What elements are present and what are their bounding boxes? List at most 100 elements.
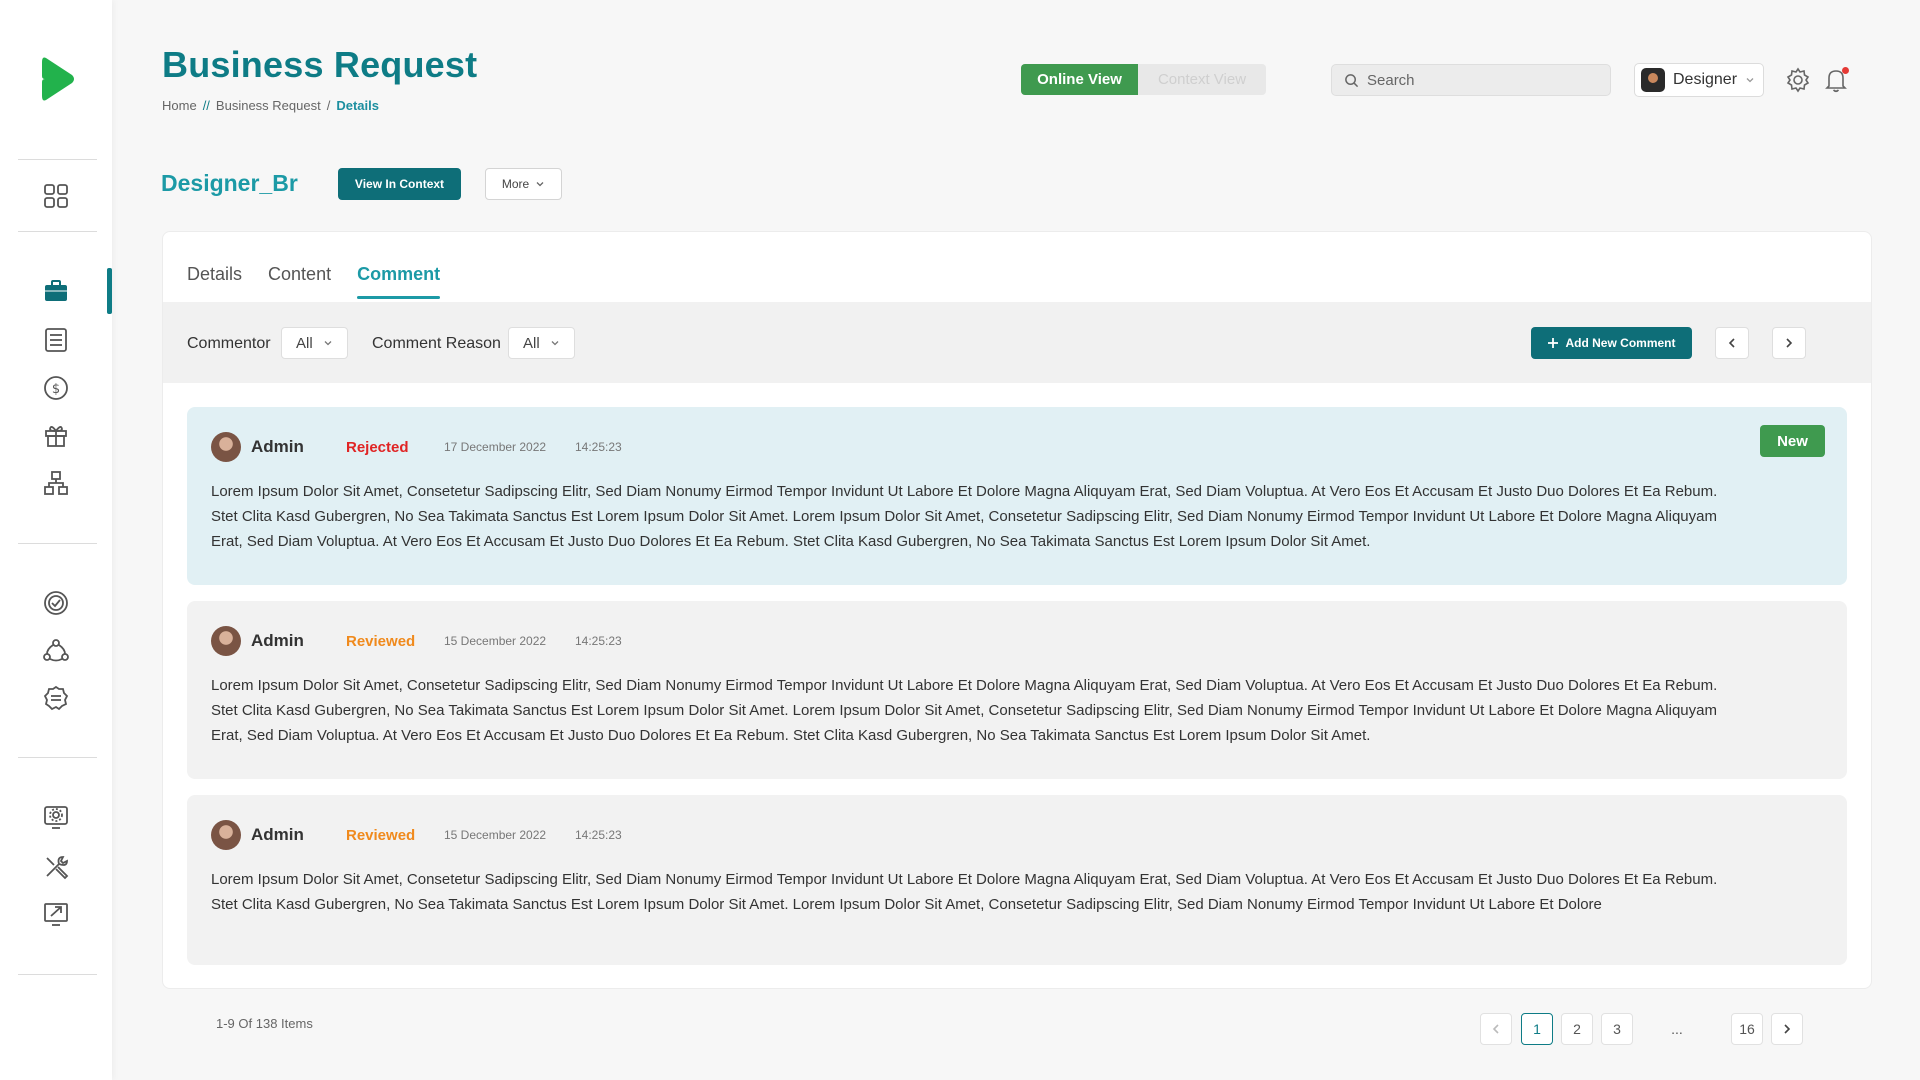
gear-icon[interactable] [1784, 66, 1812, 94]
comment-author: Admin [251, 631, 304, 650]
comment-reason-value: All [523, 334, 540, 352]
dollar-icon[interactable]: $ [40, 372, 72, 404]
comment-time: 14:25:23 [575, 828, 622, 842]
record-title: Designer_Br [161, 170, 298, 196]
breadcrumb-separator: / [326, 98, 331, 113]
sidebar-divider [18, 543, 97, 544]
more-label: More [501, 177, 530, 191]
more-dropdown[interactable]: More [485, 168, 562, 200]
comment-time: 14:25:23 [575, 634, 622, 648]
pagination-prev-button[interactable] [1480, 1013, 1512, 1045]
pagination-next-button[interactable] [1771, 1013, 1803, 1045]
user-avatar [1641, 68, 1665, 92]
briefcase-icon[interactable] [40, 275, 72, 307]
comment-reason-label: Comment Reason [372, 335, 501, 352]
chevron-down-icon [551, 341, 559, 346]
items-count: 1-9 Of 138 Items [216, 1016, 313, 1031]
pagination-page[interactable]: 2 [1561, 1013, 1593, 1045]
chevron-down-icon [324, 341, 332, 346]
sidebar: $ [0, 0, 112, 1080]
app-logo[interactable] [40, 54, 76, 104]
view-toggle: Online View Context View [1021, 64, 1266, 95]
comment-reason-select[interactable]: All [508, 327, 575, 359]
next-comment-button[interactable] [1772, 327, 1806, 359]
tab-bar: Details Content Comment [187, 264, 441, 299]
comment-status: Reviewed [346, 826, 416, 844]
chevron-down-icon [1746, 78, 1754, 83]
sidebar-divider [18, 757, 97, 758]
comment-item: Admin Reviewed 15 December 2022 14:25:23… [187, 601, 1847, 779]
comment-text: Lorem Ipsum Dolor Sit Amet, Consetetur S… [211, 677, 1718, 744]
comment-text: Lorem Ipsum Dolor Sit Amet, Consetetur S… [211, 483, 1718, 550]
pagination-page[interactable]: 1 [1521, 1013, 1553, 1045]
chevron-down-icon [536, 182, 544, 187]
comment-date: 15 December 2022 [444, 828, 547, 842]
breadcrumb-home[interactable]: Home [162, 98, 197, 113]
settings-badge-icon[interactable] [40, 682, 72, 714]
pagination-page[interactable]: 16 [1731, 1013, 1763, 1045]
comment-author-avatar [211, 432, 241, 462]
gift-icon[interactable] [40, 419, 72, 451]
sidebar-divider [18, 159, 97, 160]
add-new-comment-button[interactable]: Add New Comment [1531, 327, 1692, 359]
sidebar-divider [18, 974, 97, 975]
chevron-left-icon [1492, 1024, 1499, 1034]
plus-icon [1548, 338, 1559, 348]
page-title: Business Request [162, 44, 478, 85]
breadcrumb-details: Details [336, 98, 379, 113]
comment-time: 14:25:23 [575, 440, 622, 454]
comment-header: Admin Reviewed 15 December 2022 14:25:23 [211, 625, 622, 657]
tab-comment[interactable]: Comment [357, 264, 441, 299]
pagination-page[interactable]: 3 [1601, 1013, 1633, 1045]
comment-header: Admin Reviewed 15 December 2022 14:25:23 [211, 819, 622, 851]
chevron-right-icon [1784, 1024, 1791, 1034]
hierarchy-icon[interactable] [40, 467, 72, 499]
comment-author: Admin [251, 437, 304, 456]
previous-comment-button[interactable] [1715, 327, 1749, 359]
filter-bar: Commentor All Comment Reason All Add New… [163, 302, 1871, 383]
bell-icon[interactable] [1822, 66, 1850, 94]
commentor-value: All [296, 334, 313, 352]
sidebar-divider [18, 231, 97, 232]
sidebar-active-indicator [107, 268, 112, 314]
tools-icon[interactable] [40, 851, 72, 883]
user-name: Designer [1673, 71, 1738, 88]
tab-details[interactable]: Details [187, 264, 242, 299]
commentor-select[interactable]: All [281, 327, 348, 359]
tab-content[interactable]: Content [268, 264, 331, 299]
document-list-icon[interactable] [40, 324, 72, 356]
svg-text:$: $ [52, 382, 60, 397]
user-menu[interactable]: Designer [1634, 63, 1764, 97]
comment-author: Admin [251, 825, 304, 844]
breadcrumb: Home // Business Request / Details [162, 98, 379, 113]
comments-card: Details Content Comment Commentor All Co… [162, 231, 1872, 989]
search-input[interactable] [1367, 71, 1587, 89]
network-icon[interactable] [40, 635, 72, 667]
check-circle-icon[interactable] [40, 587, 72, 619]
comment-author-avatar [211, 820, 241, 850]
breadcrumb-separator: // [202, 98, 210, 113]
pagination-ellipsis: ... [1671, 1021, 1683, 1037]
chevron-right-icon [1786, 338, 1793, 348]
monitor-settings-icon[interactable] [40, 801, 72, 833]
add-new-comment-label: Add New Comment [1565, 336, 1676, 350]
comment-date: 15 December 2022 [444, 634, 547, 648]
online-view-toggle[interactable]: Online View [1021, 64, 1138, 95]
breadcrumb-business-request[interactable]: Business Request [216, 98, 321, 113]
comment-status: Rejected [346, 438, 409, 456]
comment-item: Admin Rejected 17 December 2022 14:25:23… [187, 407, 1847, 585]
comment-status: Reviewed [346, 632, 416, 650]
context-view-toggle[interactable]: Context View [1138, 64, 1266, 95]
comment-header: Admin Rejected 17 December 2022 14:25:23 [211, 431, 622, 463]
new-badge: New [1760, 425, 1825, 457]
chevron-left-icon [1728, 338, 1735, 348]
external-window-icon[interactable] [40, 898, 72, 930]
dashboard-grid-icon[interactable] [40, 180, 72, 212]
notification-dot [1842, 67, 1849, 74]
commentor-label: Commentor [187, 335, 271, 352]
search-icon [1345, 73, 1359, 87]
comment-text: Lorem Ipsum Dolor Sit Amet, Consetetur S… [211, 871, 1718, 913]
comment-item: Admin Reviewed 15 December 2022 14:25:23… [187, 795, 1847, 965]
comment-author-avatar [211, 626, 241, 656]
view-in-context-button[interactable]: View In Context [338, 168, 461, 200]
